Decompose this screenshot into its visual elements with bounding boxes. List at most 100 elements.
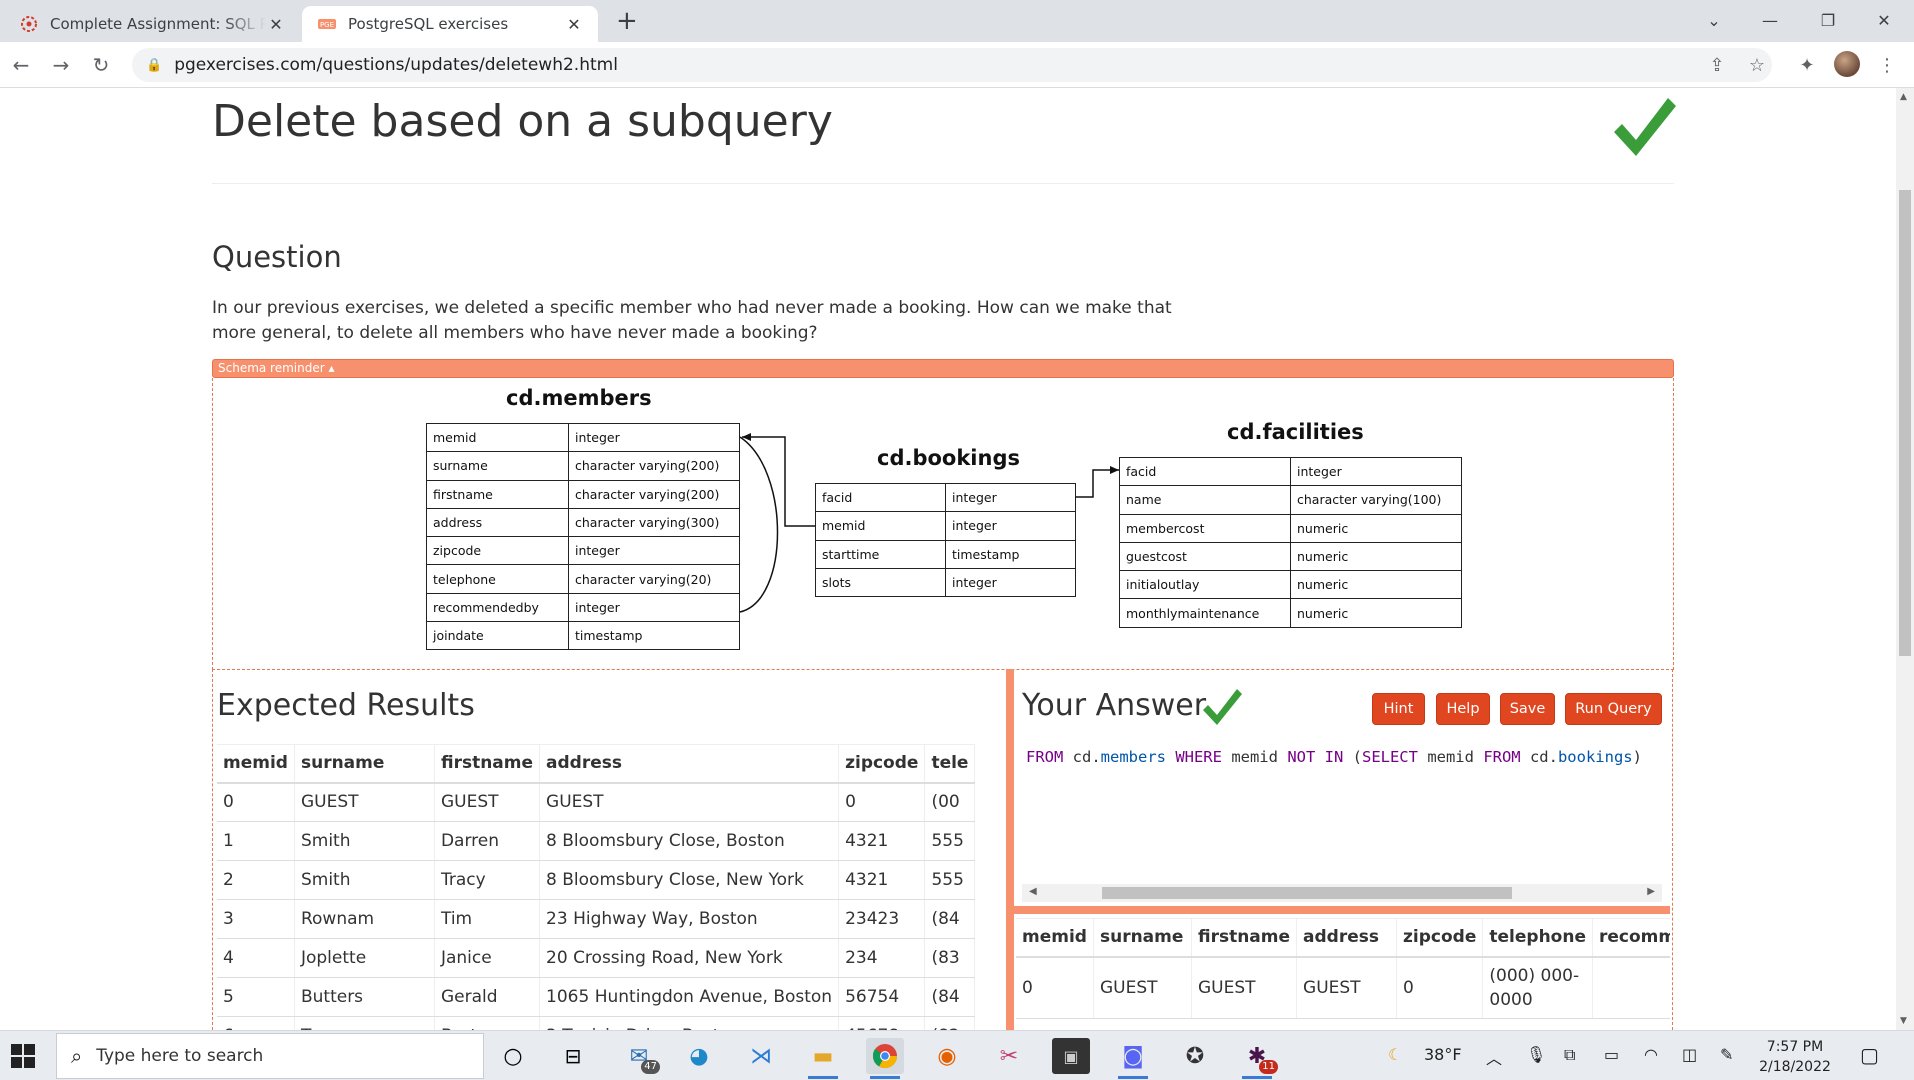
scroll-left-icon[interactable]: ◀ xyxy=(1029,886,1037,897)
column-type: character varying(300) xyxy=(568,507,740,538)
tab-postgresql-exercises[interactable]: PGE PostgreSQL exercises ✕ xyxy=(302,6,598,42)
table-cell: 0 xyxy=(1016,956,1094,1019)
editor-scroll-thumb[interactable] xyxy=(1102,887,1512,899)
column-type: character varying(200) xyxy=(568,479,740,509)
editor-horizontal-scrollbar[interactable]: ◀ ▶ xyxy=(1022,884,1662,902)
microphone-icon[interactable]: 🎙 xyxy=(1526,1045,1546,1064)
lock-icon[interactable]: 🔒 xyxy=(146,58,162,73)
restore-button[interactable]: ❐ xyxy=(1798,0,1858,40)
volume-icon[interactable]: ◫ xyxy=(1682,1045,1697,1064)
slack-icon[interactable]: ✱ 11 xyxy=(1238,1038,1278,1079)
minimize-button[interactable]: — xyxy=(1740,0,1800,40)
column-header: memid xyxy=(217,744,295,784)
header-divider xyxy=(212,183,1674,184)
clock-time: 7:57 PM xyxy=(1766,1039,1824,1055)
page-scrollbar[interactable]: ▲ ▼ xyxy=(1896,88,1914,1030)
table-cell: 4 xyxy=(217,938,295,978)
game-app-icon[interactable]: ▣ xyxy=(1052,1038,1090,1074)
camera-share-icon[interactable]: ⧉ xyxy=(1564,1045,1575,1065)
app-wheel-icon[interactable]: ✪ xyxy=(1176,1038,1214,1074)
sql-token: FROM xyxy=(1026,748,1064,766)
table-cell: Tim xyxy=(434,899,541,939)
column-type: numeric xyxy=(1290,570,1462,600)
table-row: 3 Rownam Tim 23 Highway Way, Boston 23423 (84 xyxy=(217,899,976,939)
discord-icon[interactable]: ◙ xyxy=(1114,1038,1152,1079)
save-button[interactable]: Save xyxy=(1500,693,1555,725)
chrome-icon[interactable] xyxy=(866,1038,904,1079)
notifications-icon[interactable]: ▢ xyxy=(1860,1043,1879,1067)
edge-icon[interactable]: ◕ xyxy=(680,1038,718,1074)
vscode-icon[interactable]: ⋊ xyxy=(742,1038,780,1074)
sql-token: memid xyxy=(1417,748,1484,766)
task-view-icon[interactable]: ⊟ xyxy=(554,1038,592,1074)
tab-close-icon[interactable]: ✕ xyxy=(266,15,286,34)
table-cell: 234 xyxy=(838,938,926,978)
file-explorer-icon[interactable]: ▬ xyxy=(804,1038,842,1079)
table-cell: 1 xyxy=(217,821,295,861)
mail-badge: 47 xyxy=(641,1060,660,1074)
new-tab-button[interactable]: + xyxy=(616,6,638,36)
column-type: numeric xyxy=(1290,513,1462,543)
weather-temperature[interactable]: 38°F xyxy=(1424,1045,1462,1064)
expected-results-table-wrap: memid surname firstname address zipcode tele … xyxy=(217,744,1006,1030)
pen-icon[interactable]: ✎ xyxy=(1720,1045,1733,1064)
slack-badge: 11 xyxy=(1259,1060,1278,1074)
taskbar-clock[interactable]: 7:57 PM 2/18/2022 xyxy=(1750,1037,1840,1077)
scroll-up-icon[interactable]: ▲ xyxy=(1900,92,1907,102)
pane-splitter-horizontal[interactable] xyxy=(1014,906,1670,914)
column-name: zipcode xyxy=(426,536,569,566)
battery-icon[interactable]: ▭ xyxy=(1604,1045,1619,1064)
windows-start-icon[interactable] xyxy=(10,1043,36,1069)
column-name: facid xyxy=(815,482,946,513)
cortana-icon[interactable]: ○ xyxy=(494,1038,532,1074)
table-cell: 0 xyxy=(1396,956,1484,1019)
bookmark-star-icon[interactable]: ☆ xyxy=(1742,50,1772,80)
members-schema-rows: memid integer surname character varying(200… xyxy=(426,422,740,651)
schema-row: memid integer xyxy=(426,422,740,453)
forward-icon[interactable]: → xyxy=(46,50,76,80)
back-icon[interactable]: ← xyxy=(6,50,36,80)
profile-avatar[interactable] xyxy=(1834,51,1860,77)
tab-complete-assignment[interactable]: Complete Assignment: SQL Practice ✕ xyxy=(4,6,300,42)
hint-button[interactable]: Hint xyxy=(1372,693,1425,725)
tab-search-icon[interactable]: ⌄ xyxy=(1684,0,1744,40)
close-window-button[interactable]: ✕ xyxy=(1854,0,1914,40)
scroll-right-icon[interactable]: ▶ xyxy=(1647,886,1655,897)
column-header: tele xyxy=(924,744,976,784)
help-button[interactable]: Help xyxy=(1436,693,1490,725)
schema-row: monthlymaintenance numeric xyxy=(1119,598,1462,628)
chrome-menu-icon[interactable]: ⋮ xyxy=(1872,50,1902,80)
schema-reminder-toggle[interactable]: Schema reminder ▴ xyxy=(212,359,1674,378)
column-name: memid xyxy=(426,422,569,453)
tab-close-icon[interactable]: ✕ xyxy=(564,15,584,34)
table-cell: 3 Tunisia Drive, Boston xyxy=(539,1016,840,1030)
reload-icon[interactable]: ↻ xyxy=(86,50,116,80)
search-icon: ⌕ xyxy=(71,1044,83,1068)
wifi-icon[interactable]: ◠ xyxy=(1644,1045,1658,1064)
snipping-tool-icon[interactable]: ✂ xyxy=(990,1038,1028,1074)
run-query-button[interactable]: Run Query xyxy=(1565,693,1662,725)
tab-title: Complete Assignment: SQL Practice xyxy=(50,15,266,33)
column-name: firstname xyxy=(426,479,569,509)
mail-icon[interactable]: ✉ 47 xyxy=(620,1038,660,1074)
extensions-icon[interactable]: ✦ xyxy=(1792,50,1822,80)
answer-results-table-wrap: memid surname firstname address zipcode telep… xyxy=(1016,918,1670,1030)
sql-editor[interactable]: FROM cd.members WHERE memid NOT IN (SELE… xyxy=(1022,738,1662,906)
svg-text:PGE: PGE xyxy=(320,21,334,29)
share-icon[interactable]: ⇪ xyxy=(1702,50,1732,80)
table-cell: 20 Crossing Road, New York xyxy=(539,938,840,978)
address-bar[interactable]: 🔒 pgexercises.com/questions/updates/dele… xyxy=(132,48,1772,82)
table-cell xyxy=(1592,956,1670,1019)
pane-splitter-vertical[interactable] xyxy=(1006,669,1014,1030)
taskbar-search-box[interactable]: ⌕ Type here to search xyxy=(56,1033,484,1079)
tray-overflow-icon[interactable]: ︿ xyxy=(1486,1045,1502,1069)
url-text[interactable]: pgexercises.com/questions/updates/delete… xyxy=(174,55,618,75)
schema-row: initialoutlay numeric xyxy=(1119,570,1462,600)
canvas-logo-icon xyxy=(21,16,37,32)
scroll-down-icon[interactable]: ▼ xyxy=(1900,1016,1907,1026)
firefox-icon[interactable]: ◉ xyxy=(928,1038,966,1074)
sql-code-line[interactable]: FROM cd.members WHERE memid NOT IN (SELE… xyxy=(1026,748,1642,766)
weather-moon-icon[interactable]: ☾ xyxy=(1388,1045,1402,1064)
scrollbar-thumb[interactable] xyxy=(1899,190,1911,656)
table-row: 0 GUEST GUEST GUEST 0 (000) 000-0000 xyxy=(1016,956,1670,1019)
